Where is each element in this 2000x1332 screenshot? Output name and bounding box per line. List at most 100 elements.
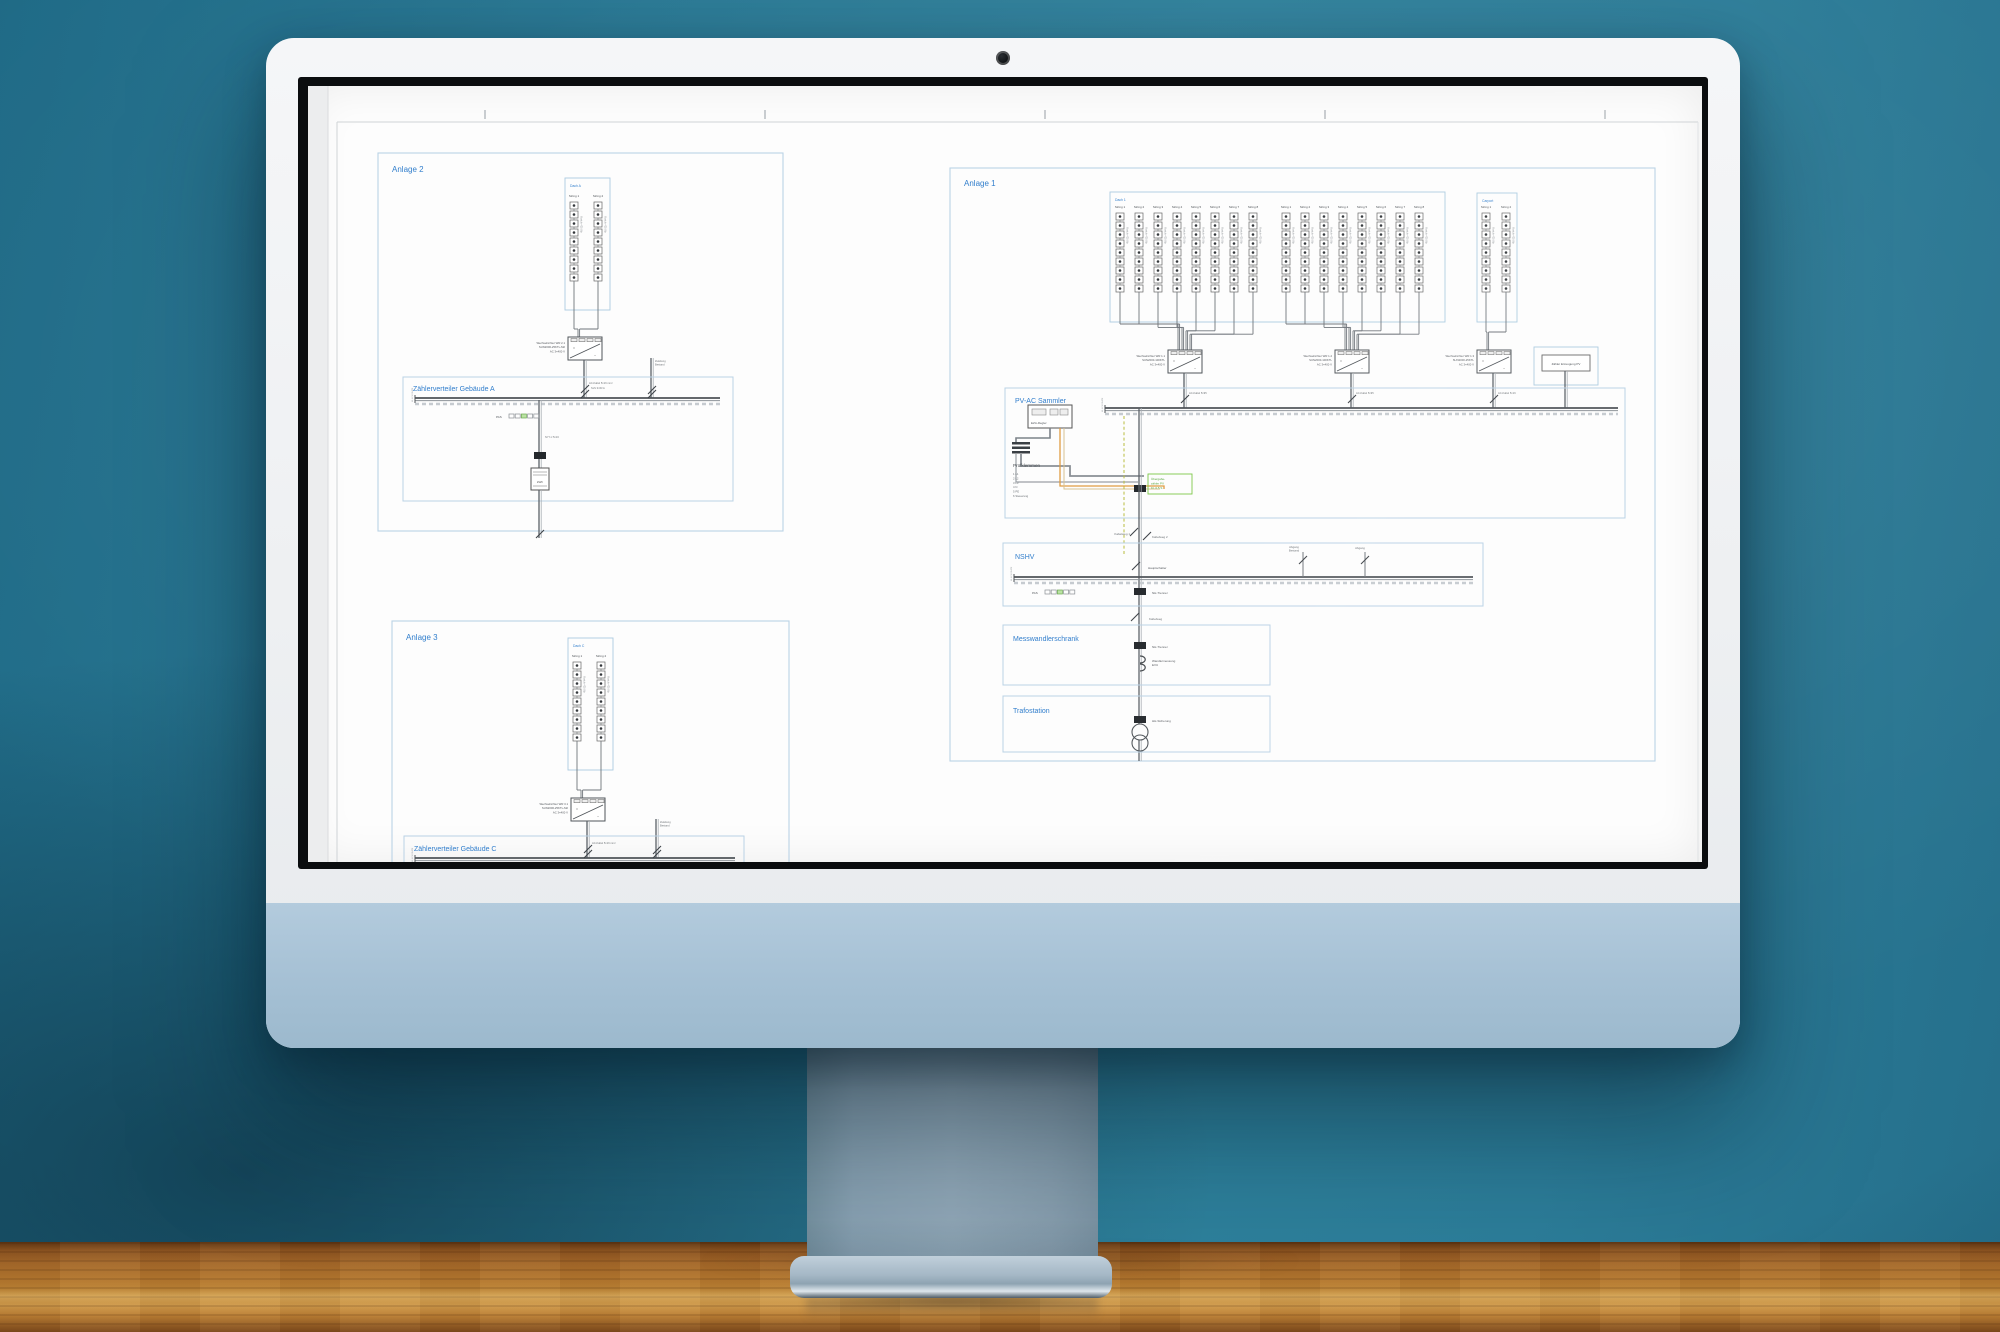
anlage-3-section: Anlage 3Dach CString 1Module 425 WpStrin… — [392, 621, 789, 862]
zaehlerverteiler-a-box: Zählerverteiler Gebäude AL1 L2 L3 N PE SL… — [403, 377, 733, 538]
svg-text:Module 425 Wp: Module 425 Wp — [604, 216, 607, 233]
pv-string-group: String 1 Module 425 Wp String 2 Module 425 … — [569, 194, 607, 337]
svg-text:Kabelweg: Kabelweg — [1149, 617, 1163, 621]
nshv-box: NSHVL1 L2 L3 N PEHauptschalterAbgangBest… — [1003, 543, 1483, 621]
svg-text:L1 L2 L3 N PE: L1 L2 L3 N PE — [1102, 397, 1104, 412]
svg-text:String 4: String 4 — [1338, 205, 1349, 209]
screen: Anlage 2Dach AString 1Module 425 WpStrin… — [308, 86, 1702, 862]
svg-text:NH-Trenner: NH-Trenner — [1152, 645, 1168, 649]
svg-text:=: = — [1173, 359, 1175, 363]
svg-text:Kabelweg 1: Kabelweg 1 — [1114, 532, 1130, 536]
svg-text:Abgang: Abgang — [1355, 546, 1365, 550]
svg-text:Module 425 Wp: Module 425 Wp — [1512, 227, 1515, 244]
svg-text:Module 425 Wp: Module 425 Wp — [1387, 227, 1390, 244]
svg-text:EVU: EVU — [1152, 663, 1158, 667]
svg-text:String 3: String 3 — [1319, 205, 1330, 209]
monitor-stand-column — [807, 1042, 1098, 1264]
svg-text:~: ~ — [1503, 367, 1505, 371]
terminals-title: Prüfklemmen — [1013, 463, 1041, 468]
svg-text:Zuleitung: Zuleitung — [660, 820, 671, 824]
svg-text:Module 425 Wp: Module 425 Wp — [1492, 227, 1495, 244]
svg-text:Hauptschalter: Hauptschalter — [1148, 566, 1167, 570]
svg-text:String 5: String 5 — [1191, 205, 1202, 209]
svg-text:L1 L2 L3 N PE: L1 L2 L3 N PE — [1011, 566, 1013, 581]
inverter-symbol: =~Wechselrichter WR 1.3SUN2000-25KTLAC 3… — [1445, 350, 1516, 408]
svg-text:String 7: String 7 — [1395, 205, 1406, 209]
trafostation-box: TrafostationHH-Sicherung — [1003, 696, 1270, 752]
svg-text:L1 L2 L3 N PE: L1 L2 L3 N PE — [412, 387, 414, 402]
pv-string: String 5 Module 425 Wp — [1186, 205, 1205, 350]
svg-text:Module 425 Wp: Module 425 Wp — [1311, 227, 1314, 244]
svg-text:Module 425 Wp: Module 425 Wp — [1145, 227, 1148, 244]
anlage-1-section: Anlage 1Dach 1String 1Module 425 WpStrin… — [950, 168, 1655, 761]
svg-text:String 5: String 5 — [1357, 205, 1368, 209]
svg-text:=: = — [1340, 359, 1342, 363]
screen-bezel: Anlage 2Dach AString 1Module 425 WpStrin… — [298, 77, 1708, 869]
pv-string-group: String 1Module 425 WpString 2Module 425 … — [1281, 205, 1428, 350]
svg-text:HH-Sicherung: HH-Sicherung — [1152, 719, 1171, 723]
svg-text:~: ~ — [1361, 367, 1363, 371]
camera-icon — [996, 51, 1010, 65]
monitor-chin — [266, 903, 1740, 1048]
svg-text:L1 L2 L3 N PE: L1 L2 L3 N PE — [412, 847, 414, 862]
stand-base-reflection — [806, 1298, 1098, 1324]
svg-text:=: = — [1482, 359, 1484, 363]
inverter-symbol: =~Wechselrichter WR 1.2SUN2000-100KTLAC … — [1303, 350, 1374, 408]
anlage2-title: Anlage 2 — [392, 165, 424, 174]
incoming-feed: ZuleitungBestand — [653, 819, 671, 858]
svg-text:String 1: String 1 — [572, 654, 583, 658]
svg-text:String 1: String 1 — [1115, 205, 1126, 209]
svg-text:Kabelweg 2: Kabelweg 2 — [1152, 535, 1168, 539]
svg-text:AC-Kabel 5×16 mm²: AC-Kabel 5×16 mm² — [592, 841, 616, 845]
svg-text:AC 3×400 V: AC 3×400 V — [553, 810, 568, 814]
svg-text:4 N: 4 N — [1013, 485, 1017, 489]
svg-text:String 4: String 4 — [1172, 205, 1183, 209]
svg-text:Module 425 Wp: Module 425 Wp — [1183, 227, 1186, 244]
svg-text:Module 425 Wp: Module 425 Wp — [1221, 227, 1224, 244]
svg-text:Bestand: Bestand — [655, 363, 665, 367]
svg-text:AC-Kabel 5×16 mm²: AC-Kabel 5×16 mm² — [589, 381, 613, 385]
svg-text:Module 425 Wp: Module 425 Wp — [1330, 227, 1333, 244]
pruefklemmen: Prüfklemmen1 L12 L23 L34 N5 PE6 Steuerun… — [1013, 463, 1041, 498]
svg-text:String 7: String 7 — [1229, 205, 1240, 209]
svg-text:Übergabe-: Übergabe- — [1151, 477, 1165, 481]
nshv-title: NSHV — [1015, 554, 1035, 561]
svg-text:Zuleitung: Zuleitung — [655, 359, 666, 363]
pv-string-group: String 1Module 425 WpString 2Module 425 … — [572, 654, 610, 798]
svg-text:String 2: String 2 — [1501, 205, 1512, 209]
svg-text:=: = — [576, 807, 578, 811]
svg-text:String 6: String 6 — [1210, 205, 1221, 209]
svg-text:Module 425 Wp: Module 425 Wp — [607, 676, 610, 693]
svg-text:Module 425 Wp: Module 425 Wp — [1406, 227, 1409, 244]
svg-text:String 1: String 1 — [569, 194, 580, 198]
svg-text:5 PE: 5 PE — [1013, 490, 1019, 494]
schematic-drawing: Anlage 2Dach AString 1Module 425 WpStrin… — [308, 86, 1702, 862]
svg-text:AC-Kabel 5×16: AC-Kabel 5×16 — [1498, 391, 1516, 395]
messwandlerschrank-box: MesswandlerschrankNH-TrennerWandlermessu… — [1003, 625, 1270, 685]
monitor-frame: Anlage 2Dach AString 1Module 425 WpStrin… — [266, 38, 1740, 1048]
inverter-symbol: =~Wechselrichter WR 3.1SUN2000-25KTL-M2A… — [539, 798, 615, 858]
svg-text:Module 425 Wp: Module 425 Wp — [1240, 227, 1243, 244]
svg-text:Module 425 Wp: Module 425 Wp — [580, 216, 583, 233]
pv-string: String 4 Module 425 Wp — [1172, 205, 1186, 350]
metering-note: Übergabe-zähler PVKl. 0,5 S — [1134, 474, 1192, 494]
svg-text:~: ~ — [1194, 367, 1196, 371]
pv-string: String 1Module 425 Wp — [1481, 205, 1495, 350]
svg-text:String 1: String 1 — [1281, 205, 1292, 209]
board-a-title: Zählerverteiler Gebäude A — [413, 386, 495, 393]
svg-text:SLS 3×63 A: SLS 3×63 A — [591, 386, 605, 390]
svg-text:AC 3×400 V: AC 3×400 V — [1150, 362, 1165, 366]
svg-text:PAS: PAS — [1032, 591, 1038, 595]
board-c-title: Zählerverteiler Gebäude C — [414, 846, 497, 853]
svg-text:String 2: String 2 — [593, 194, 604, 198]
svg-text:kWh: kWh — [537, 480, 543, 484]
svg-text:=: = — [573, 346, 575, 350]
svg-text:String 8: String 8 — [1414, 205, 1425, 209]
pv-ac-sammler-box: PV-AC SammlerL1 L2 L3 N PEEZA-ReglerPrüf… — [1005, 388, 1625, 518]
device-label: EZA-Regler — [1031, 421, 1047, 425]
svg-text:zähler PV: zähler PV — [1151, 482, 1164, 486]
svg-text:Module 425 Wp: Module 425 Wp — [583, 676, 586, 693]
svg-text:NYY-J 5×16: NYY-J 5×16 — [545, 435, 559, 439]
generation-meter-label: Zähler Erzeugung PV — [1552, 362, 1581, 366]
monitor-stand-base — [790, 1256, 1112, 1298]
